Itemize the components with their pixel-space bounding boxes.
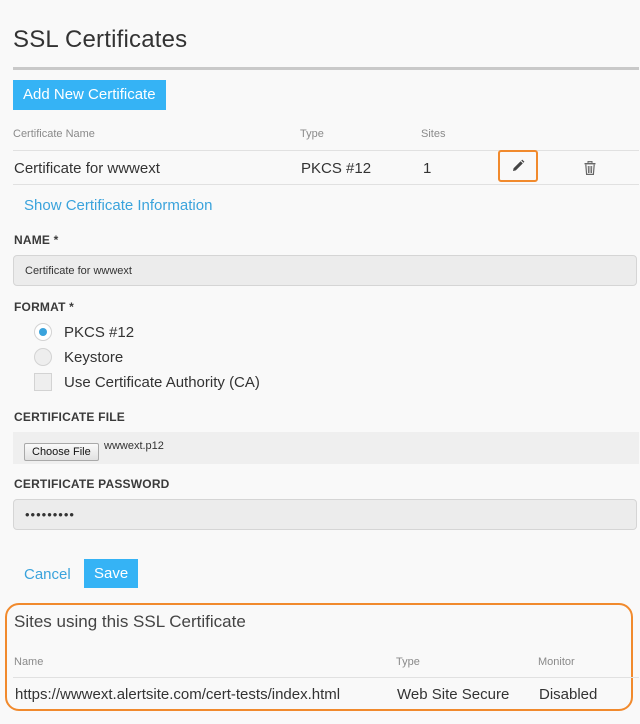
trash-icon bbox=[584, 161, 596, 175]
site-name-cell: https://wwwext.alertsite.com/cert-tests/… bbox=[15, 686, 341, 703]
choose-file-button[interactable]: Choose File bbox=[24, 443, 99, 461]
format-option-label: PKCS #12 bbox=[64, 323, 135, 341]
selected-file-name: wwwext.p12 bbox=[104, 440, 164, 452]
format-field-label: FORMAT * bbox=[14, 300, 75, 314]
table-divider bbox=[13, 677, 639, 678]
sites-section-title: Sites using this SSL Certificate bbox=[14, 612, 246, 631]
column-header-type: Type bbox=[300, 128, 324, 140]
column-header-name: Name bbox=[14, 656, 44, 668]
pencil-icon bbox=[513, 159, 525, 171]
title-divider bbox=[13, 67, 639, 70]
cancel-link[interactable]: Cancel bbox=[24, 566, 71, 583]
format-option-pkcs12[interactable]: PKCS #12 bbox=[34, 321, 134, 343]
certificate-password-label: CERTIFICATE PASSWORD bbox=[14, 477, 170, 491]
certificate-type-cell: PKCS #12 bbox=[301, 160, 372, 177]
use-ca-label: Use Certificate Authority (CA) bbox=[64, 373, 260, 391]
use-ca-checkbox[interactable] bbox=[34, 373, 52, 391]
page-title: SSL Certificates bbox=[13, 26, 188, 53]
format-option-label: Keystore bbox=[64, 348, 124, 366]
radio-selected[interactable] bbox=[34, 323, 52, 341]
site-monitor-cell: Disabled bbox=[539, 686, 598, 703]
save-button[interactable]: Save bbox=[84, 559, 139, 588]
column-header-sites: Sites bbox=[421, 128, 446, 140]
site-type-cell: Web Site Secure bbox=[397, 686, 510, 703]
radio-unselected[interactable] bbox=[34, 348, 52, 366]
column-header-type: Type bbox=[396, 656, 420, 668]
column-header-monitor: Monitor bbox=[538, 656, 575, 668]
format-option-keystore[interactable]: Keystore bbox=[34, 346, 123, 368]
certificate-sites-cell: 1 bbox=[423, 160, 432, 177]
certificate-name-cell: Certificate for wwwext bbox=[14, 160, 160, 177]
certificate-password-input[interactable] bbox=[13, 499, 637, 530]
certificate-file-label: CERTIFICATE FILE bbox=[14, 410, 125, 424]
name-field-label: NAME * bbox=[14, 233, 59, 247]
use-ca-option[interactable]: Use Certificate Authority (CA) bbox=[34, 371, 260, 393]
radio-dot bbox=[39, 328, 47, 336]
table-divider bbox=[13, 150, 639, 151]
add-new-certificate-button[interactable]: Add New Certificate bbox=[13, 80, 166, 110]
certificate-name-input[interactable] bbox=[13, 255, 637, 286]
show-certificate-information-link[interactable]: Show Certificate Information bbox=[24, 197, 212, 214]
edit-certificate-button[interactable] bbox=[498, 150, 538, 182]
column-header-certificate-name: Certificate Name bbox=[13, 128, 95, 140]
table-divider bbox=[13, 184, 639, 185]
delete-certificate-button[interactable] bbox=[580, 158, 600, 178]
